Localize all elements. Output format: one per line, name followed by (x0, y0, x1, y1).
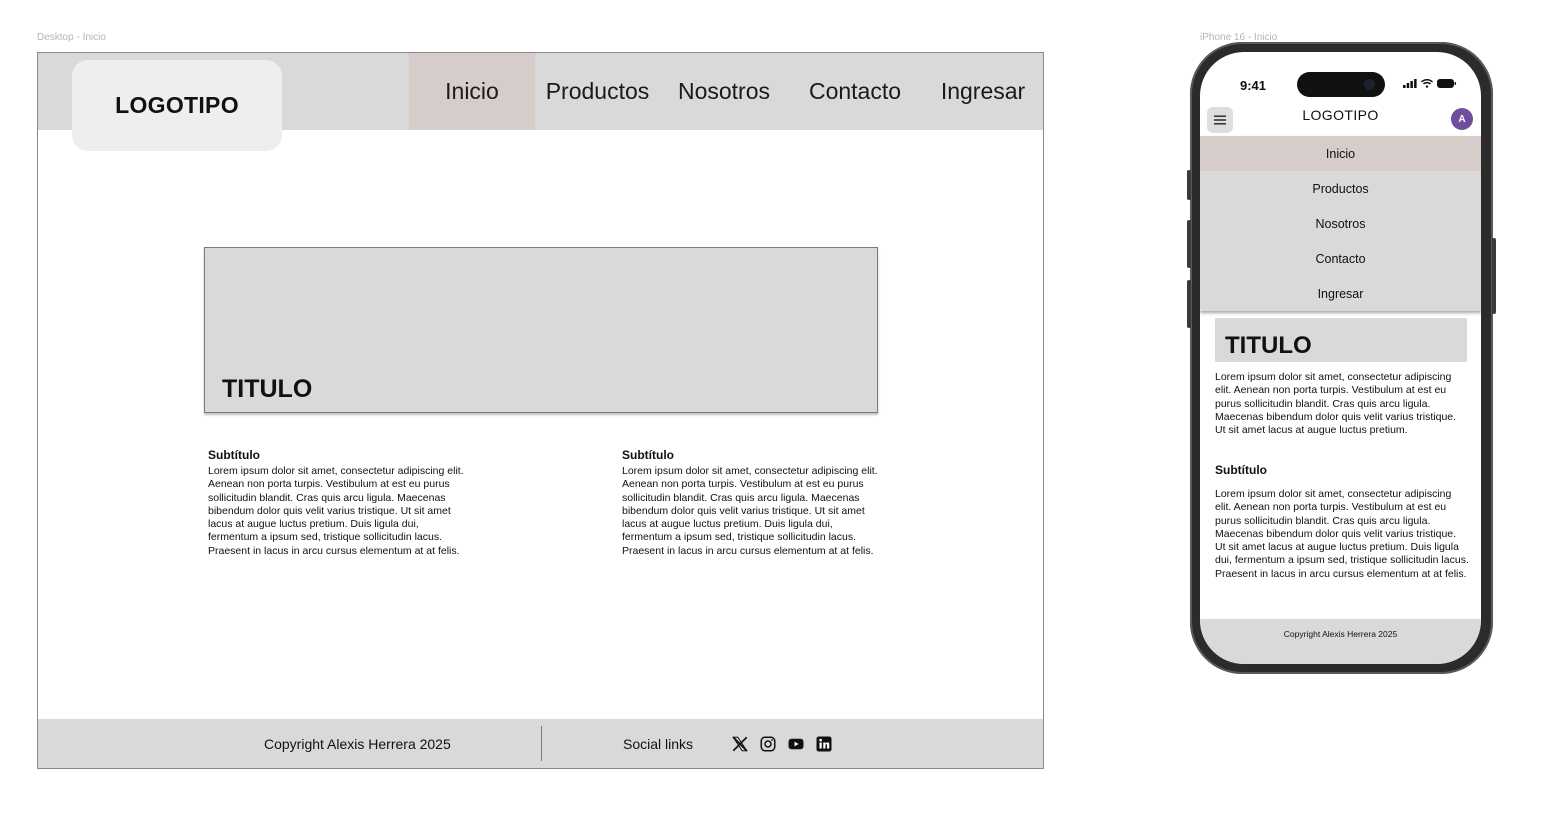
signal-icon (1403, 79, 1417, 88)
status-bar: 9:41 (1200, 52, 1481, 102)
avatar[interactable]: A (1451, 108, 1473, 130)
phone-volume-down (1187, 280, 1191, 328)
desktop-frame-label: Desktop - Inicio (37, 32, 106, 43)
mobile-footer: Copyright Alexis Herrera 2025 (1200, 619, 1481, 664)
phone-mockup: 9:41 LOGOTIPO A Inicio Productos Nosotro… (1187, 42, 1496, 674)
phone-action-button (1187, 170, 1191, 200)
youtube-icon[interactable] (786, 734, 806, 754)
mobile-nav-item-productos[interactable]: Productos (1200, 171, 1481, 206)
mobile-nav-item-nosotros[interactable]: Nosotros (1200, 206, 1481, 241)
nav-item-inicio[interactable]: Inicio (409, 53, 535, 130)
mobile-body-text: Lorem ipsum dolor sit amet, consectetur … (1215, 488, 1469, 580)
mobile-intro-text: Lorem ipsum dolor sit amet, consectetur … (1215, 371, 1457, 437)
battery-icon (1437, 79, 1456, 88)
nav-item-contacto[interactable]: Contacto (788, 53, 922, 130)
column-body: Lorem ipsum dolor sit amet, consectetur … (622, 465, 878, 557)
phone-screen: 9:41 LOGOTIPO A Inicio Productos Nosotro… (1200, 52, 1481, 664)
hero-banner: TITULO (204, 247, 878, 413)
status-time: 9:41 (1240, 78, 1267, 93)
column-subtitle: Subtítulo (208, 448, 260, 462)
instagram-icon[interactable] (758, 734, 778, 754)
mobile-nav-item-ingresar[interactable]: Ingresar (1200, 276, 1481, 311)
nav-item-ingresar[interactable]: Ingresar (922, 53, 1043, 130)
mobile-nav-menu: Inicio Productos Nosotros Contacto Ingre… (1200, 136, 1481, 311)
dynamic-island (1297, 72, 1385, 97)
nav-item-nosotros[interactable]: Nosotros (660, 53, 788, 130)
social-links-label: Social links (623, 735, 694, 752)
mobile-copyright-text: Copyright Alexis Herrera 2025 (1283, 629, 1398, 639)
desktop-frame: Inicio Productos Nosotros Contacto Ingre… (37, 52, 1044, 769)
phone-volume-up (1187, 220, 1191, 268)
logo[interactable]: LOGOTIPO (72, 60, 282, 151)
mobile-subtitle: Subtítulo (1215, 463, 1267, 477)
mobile-hero-title: TITULO (1225, 332, 1312, 359)
camera-icon (1364, 79, 1375, 90)
hero-title: TITULO (222, 375, 313, 403)
wifi-icon (1421, 79, 1433, 88)
linkedin-icon[interactable] (814, 734, 834, 754)
footer-divider (541, 726, 542, 761)
mobile-top-bar: LOGOTIPO A (1200, 102, 1481, 136)
nav-item-productos[interactable]: Productos (535, 53, 660, 130)
mobile-logo[interactable]: LOGOTIPO (1200, 107, 1481, 123)
desktop-footer: Copyright Alexis Herrera 2025 Social lin… (38, 719, 1043, 768)
column-body: Lorem ipsum dolor sit amet, consectetur … (208, 465, 464, 557)
copyright-text: Copyright Alexis Herrera 2025 (264, 735, 451, 752)
column-subtitle: Subtítulo (622, 448, 674, 462)
mobile-nav-item-contacto[interactable]: Contacto (1200, 241, 1481, 276)
content-column-1: Subtítulo Lorem ipsum dolor sit amet, co… (208, 448, 466, 558)
phone-side-button (1492, 238, 1496, 314)
content-column-2: Subtítulo Lorem ipsum dolor sit amet, co… (622, 448, 880, 558)
mobile-hero-banner: TITULO (1215, 318, 1467, 362)
status-icons (1403, 79, 1457, 88)
mobile-nav-item-inicio[interactable]: Inicio (1200, 136, 1481, 171)
x-icon[interactable] (730, 734, 750, 754)
